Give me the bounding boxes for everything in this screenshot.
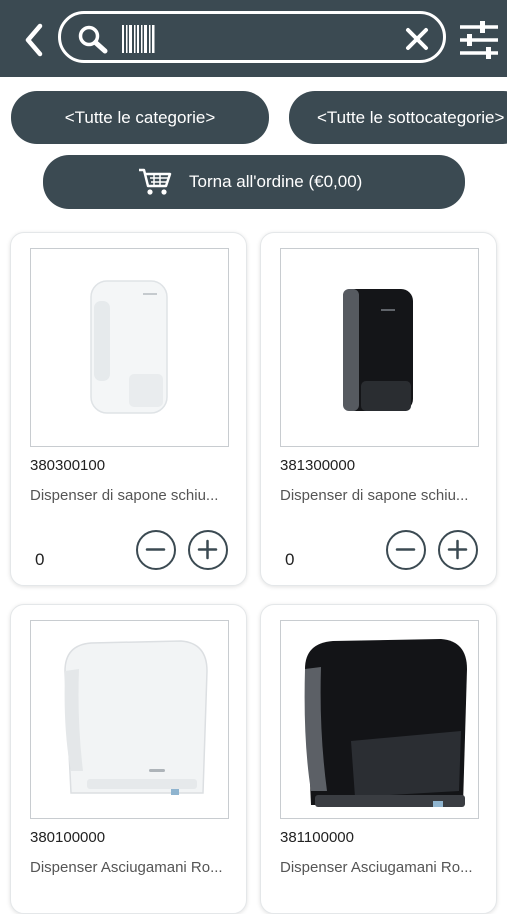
product-code: 380300100 bbox=[30, 457, 106, 474]
back-to-order-label: Torna all'ordine (€0,00) bbox=[189, 172, 363, 191]
black-soap-dispenser-image bbox=[343, 289, 413, 411]
category-filter-button[interactable]: <Tutte le categorie> bbox=[11, 91, 269, 144]
black-towel-dispenser-image bbox=[304, 639, 467, 807]
product-image[interactable] bbox=[30, 620, 229, 819]
product-description: Dispenser Asciugamani Ro... bbox=[30, 859, 223, 876]
plus-icon bbox=[197, 539, 218, 560]
product-description: Dispenser di sapone schiu... bbox=[280, 487, 469, 504]
plus-icon bbox=[447, 539, 468, 560]
search-input[interactable] bbox=[165, 22, 399, 56]
minus-icon bbox=[395, 548, 416, 551]
product-card[interactable]: 381300000 Dispenser di sapone schiu... 0 bbox=[260, 232, 497, 586]
back-button[interactable] bbox=[20, 22, 50, 58]
cart-icon bbox=[139, 168, 172, 195]
close-icon[interactable] bbox=[405, 27, 429, 51]
filter-button[interactable] bbox=[458, 19, 500, 61]
subcategory-filter-button[interactable]: <Tutte le sottocategorie> bbox=[289, 91, 507, 144]
sliders-icon bbox=[460, 21, 498, 59]
increase-quantity-button[interactable] bbox=[188, 530, 228, 570]
back-to-order-button[interactable]: Torna all'ordine (€0,00) bbox=[43, 155, 465, 209]
search-icon bbox=[78, 25, 108, 54]
product-code: 381300000 bbox=[280, 457, 356, 474]
barcode-icon[interactable] bbox=[121, 25, 157, 53]
decrease-quantity-button[interactable] bbox=[386, 530, 426, 570]
product-image[interactable] bbox=[280, 620, 479, 819]
minus-icon bbox=[145, 548, 166, 551]
top-bar bbox=[0, 0, 507, 77]
product-image[interactable] bbox=[30, 248, 229, 447]
product-card[interactable]: 380300100 Dispenser di sapone schiu... 0 bbox=[10, 232, 247, 586]
white-towel-dispenser-image bbox=[64, 640, 208, 795]
product-quantity: 0 bbox=[35, 550, 45, 569]
decrease-quantity-button[interactable] bbox=[136, 530, 176, 570]
product-code: 380100000 bbox=[30, 829, 106, 846]
product-card[interactable]: 380100000 Dispenser Asciugamani Ro... bbox=[10, 604, 247, 914]
product-image[interactable] bbox=[280, 248, 479, 447]
increase-quantity-button[interactable] bbox=[438, 530, 478, 570]
white-soap-dispenser-image bbox=[90, 280, 168, 414]
chevron-left-icon bbox=[25, 23, 43, 57]
product-code: 381100000 bbox=[280, 829, 354, 846]
product-description: Dispenser Asciugamani Ro... bbox=[280, 859, 473, 876]
product-description: Dispenser di sapone schiu... bbox=[30, 487, 219, 504]
product-card[interactable]: 381100000 Dispenser Asciugamani Ro... bbox=[260, 604, 497, 914]
search-bar[interactable] bbox=[58, 11, 446, 63]
product-quantity: 0 bbox=[285, 550, 295, 569]
